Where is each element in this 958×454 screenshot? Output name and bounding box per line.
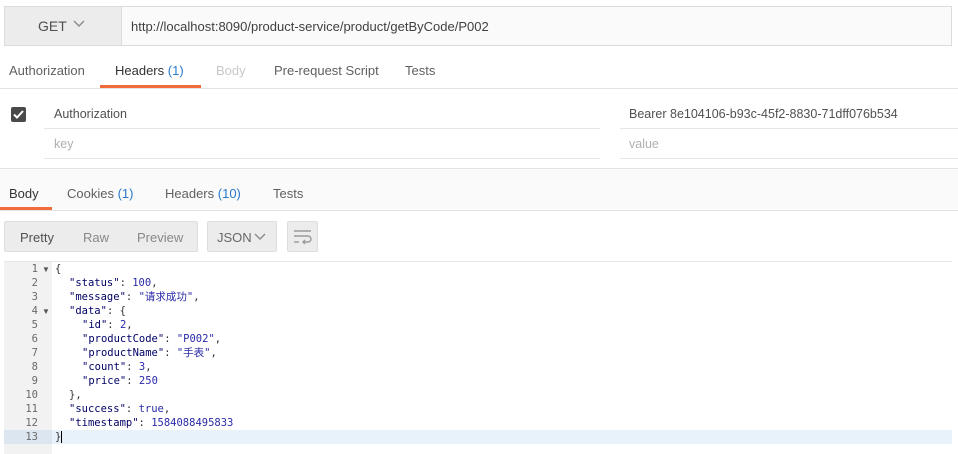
row-divider	[620, 128, 958, 129]
line-number: 1	[31, 263, 38, 275]
line-number: 3	[31, 291, 38, 303]
response-tab-cookies[interactable]: Cookies (1)	[67, 186, 133, 201]
line-number: 11	[25, 403, 38, 415]
divider	[0, 88, 958, 89]
row-divider	[44, 158, 600, 159]
line-number: 6	[31, 333, 38, 345]
method-label: GET	[38, 18, 67, 34]
fold-arrow-icon[interactable]: ▼	[42, 307, 50, 316]
code-line: "price": 250	[82, 375, 158, 387]
code-line: "id": 2,	[82, 319, 133, 331]
response-tab-headers[interactable]: Headers (10)	[165, 186, 241, 201]
header-value-field[interactable]: Bearer 8e104106-b93c-45f2-8830-71dff076b…	[629, 107, 898, 121]
response-tab-tests[interactable]: Tests	[273, 186, 303, 201]
code-editor[interactable]: { "status": 100, "message": "请求成功", "dat…	[55, 262, 233, 444]
row-divider	[620, 158, 958, 159]
chevron-down-icon[interactable]	[72, 16, 86, 30]
code-line: "productName": "手表",	[82, 347, 217, 359]
row-divider	[44, 128, 600, 129]
line-numbers: 1 2 3 4 5 6 7 8 9 10 11 12 13	[4, 262, 38, 444]
check-icon	[13, 110, 24, 119]
tab-pre-request-script[interactable]: Pre-request Script	[274, 63, 379, 78]
line-number: 12	[25, 417, 38, 429]
header-key-field[interactable]: Authorization	[54, 107, 127, 121]
pretty-button[interactable]: Pretty	[20, 230, 54, 245]
format-select-label: JSON	[217, 230, 252, 245]
tab-headers[interactable]: Headers (1)	[115, 63, 184, 78]
line-number: 10	[25, 389, 38, 401]
tab-body[interactable]: Body	[216, 63, 246, 78]
preview-button[interactable]: Preview	[137, 230, 183, 245]
chevron-down-icon	[254, 233, 266, 240]
new-key-field[interactable]: key	[54, 137, 73, 151]
wrap-lines-icon	[294, 230, 312, 245]
tab-authorization[interactable]: Authorization	[9, 63, 85, 78]
code-line: }	[55, 431, 63, 443]
code-line: {	[55, 263, 62, 275]
cookies-count: (1)	[117, 186, 134, 201]
response-tab-body[interactable]: Body	[9, 186, 39, 201]
url-input[interactable]: http://localhost:8090/product-service/pr…	[131, 19, 489, 34]
line-number: 4	[31, 305, 38, 317]
line-number: 5	[31, 319, 38, 331]
code-line: "timestamp": 1584088495833	[69, 417, 234, 429]
code-line: "success": true,	[69, 403, 171, 415]
code-line: "count": 3,	[82, 361, 152, 373]
line-number: 2	[31, 277, 38, 289]
header-enabled-checkbox[interactable]	[11, 107, 26, 122]
code-line: },	[69, 389, 82, 401]
line-number: 13	[25, 431, 38, 443]
fold-arrow-icon[interactable]: ▼	[42, 265, 50, 274]
tab-headers-count: (1)	[167, 63, 184, 78]
code-line: "data": {	[69, 305, 126, 317]
text-cursor	[61, 431, 63, 443]
wrap-lines-button[interactable]	[287, 221, 318, 252]
line-number: 8	[31, 361, 38, 373]
new-value-field[interactable]: value	[629, 137, 659, 151]
response-tab-bar	[0, 169, 958, 209]
line-number: 7	[31, 347, 38, 359]
code-line: "productCode": "P002",	[82, 333, 222, 345]
tab-tests[interactable]: Tests	[405, 63, 435, 78]
divider	[0, 210, 958, 211]
raw-button[interactable]: Raw	[83, 230, 109, 245]
response-headers-count: (10)	[217, 186, 241, 201]
code-line: "message": "请求成功",	[69, 291, 200, 303]
line-number: 9	[31, 375, 38, 387]
code-line: "status": 100,	[69, 277, 158, 289]
